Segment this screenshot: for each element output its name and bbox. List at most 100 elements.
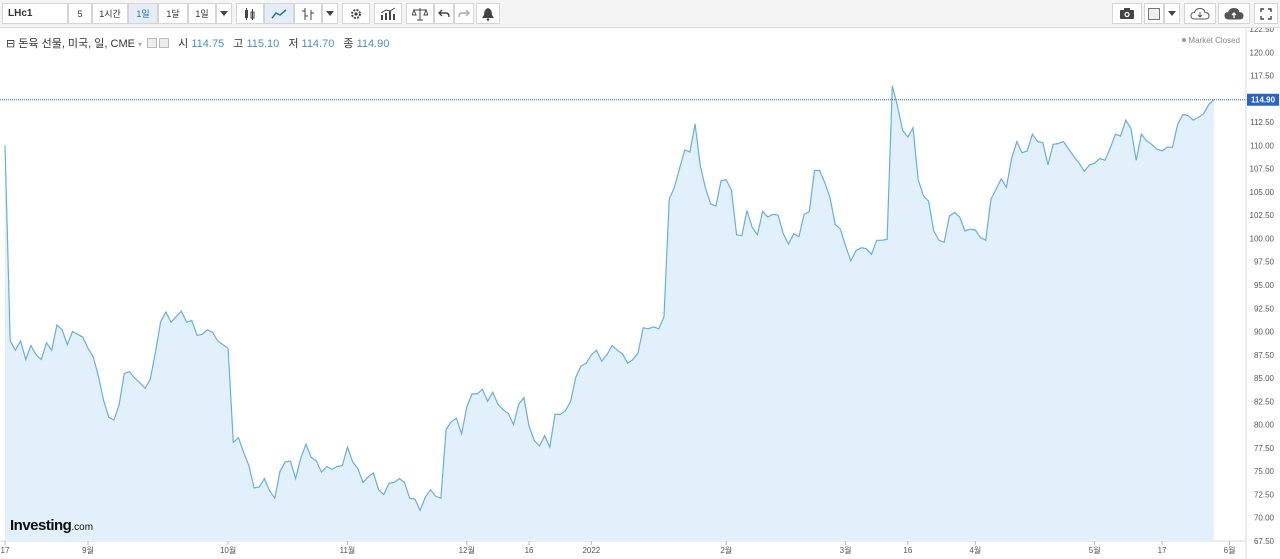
color-box-button[interactable]	[1144, 3, 1164, 24]
fullscreen-button[interactable]	[1254, 3, 1278, 24]
undo-icon	[438, 9, 450, 17]
open-value: 114.75	[191, 38, 225, 50]
y-tick-label: 85.00	[1254, 374, 1275, 383]
settings-button[interactable]	[342, 3, 370, 24]
compare-icon	[412, 7, 428, 20]
color-dropdown-button[interactable]	[1164, 3, 1180, 24]
dropdown-icon	[1168, 11, 1176, 16]
symbol-input[interactable]: LHc1	[2, 3, 68, 24]
brand-domain: .com	[71, 522, 94, 533]
open-label: 시	[178, 38, 189, 50]
market-status-text: Market Closed	[1188, 36, 1240, 45]
settings-icon	[351, 8, 361, 19]
x-tick-label: 10월	[220, 545, 236, 555]
x-tick-label: 16	[903, 546, 912, 555]
undo-button[interactable]	[434, 3, 454, 24]
chart-toolbar: LHc1 5 1시간 1일 1달 1일	[0, 0, 1280, 28]
fullscreen-icon	[1260, 7, 1272, 20]
brand-name: Investing	[10, 517, 72, 534]
x-tick-label: 12월	[459, 545, 475, 555]
market-status: Market Closed	[1182, 36, 1240, 45]
series-area	[5, 85, 1214, 542]
y-tick-label: 80.00	[1254, 421, 1275, 430]
x-tick-label: 2월	[720, 545, 732, 555]
close-label: 종	[343, 38, 354, 50]
y-tick-label: 72.50	[1254, 490, 1275, 499]
y-tick-label: 112.50	[1250, 118, 1274, 127]
cloud-download-button[interactable]	[1184, 3, 1216, 24]
compare-button[interactable]	[406, 3, 434, 24]
interval-1month-button[interactable]: 1달	[158, 3, 188, 24]
high-label: 고	[233, 38, 244, 50]
y-tick-label: 117.50	[1250, 72, 1274, 81]
redo-button[interactable]	[454, 3, 474, 24]
interval-1hour-button[interactable]: 1시간	[92, 3, 128, 24]
legend-dropdown-icon[interactable]: ▾	[138, 40, 142, 49]
y-tick-label: 107.50	[1250, 165, 1275, 174]
indicators-button[interactable]	[374, 3, 402, 24]
high-value: 115.10	[246, 38, 280, 50]
legend-title: 돈육 선물, 미국, 일, CME	[18, 38, 135, 50]
collapse-icon[interactable]: ⊟	[6, 38, 15, 50]
y-tick-label: 90.00	[1254, 328, 1275, 337]
alert-button[interactable]	[476, 3, 500, 24]
x-tick-label: 17	[1, 546, 10, 555]
y-tick-label: 122.50	[1250, 28, 1275, 34]
close-value: 114.90	[356, 38, 390, 50]
low-value: 114.70	[301, 38, 335, 50]
interval-1day-button[interactable]: 1일	[128, 3, 158, 24]
y-tick-label: 87.50	[1254, 351, 1275, 360]
y-tick-label: 102.50	[1250, 211, 1275, 220]
price-chart[interactable]: 114.90 67.50 70.00 72.50 75.00 77.50 80.00 82.5…	[0, 28, 1280, 559]
y-tick-label: 75.00	[1254, 467, 1275, 476]
interval-dropdown-button[interactable]	[216, 3, 232, 24]
bar-style-dropdown-button[interactable]	[322, 3, 338, 24]
dropdown-icon	[326, 11, 334, 16]
x-tick-label: 5월	[1089, 545, 1101, 555]
y-tick-label: 67.50	[1254, 537, 1275, 546]
screenshot-button[interactable]	[1112, 3, 1142, 24]
bar-style-button[interactable]	[294, 3, 322, 24]
cloud-upload-icon	[1224, 7, 1244, 19]
y-tick-label: 100.00	[1250, 234, 1275, 243]
brand-logo: Investing.com	[10, 517, 93, 534]
area-chart-icon	[271, 8, 287, 18]
x-tick-label: 4월	[969, 545, 981, 555]
interval-5min-button[interactable]: 5	[68, 3, 92, 24]
y-tick-label: 77.50	[1254, 444, 1275, 453]
cloud-download-icon	[1190, 7, 1210, 19]
area-chart-button[interactable]	[264, 3, 294, 24]
bar-style-icon	[302, 7, 314, 20]
camera-icon	[1120, 8, 1134, 19]
legend-close-icon[interactable]	[159, 38, 170, 48]
y-tick-label: 120.00	[1250, 48, 1275, 57]
x-tick-label: 17	[1158, 546, 1167, 555]
status-dot-icon	[1182, 38, 1187, 42]
redo-icon	[458, 9, 470, 17]
y-tick-label: 92.50	[1254, 304, 1275, 313]
y-tick-label: 70.00	[1254, 514, 1275, 523]
cloud-upload-button[interactable]	[1218, 3, 1250, 24]
chart-legend: ⊟ 돈육 선물, 미국, 일, CME ▾ 시 114.75 고 115.10 …	[6, 35, 389, 51]
x-tick-label: 16	[525, 546, 534, 555]
y-tick-label: 95.00	[1254, 281, 1275, 290]
color-box-icon	[1148, 7, 1160, 20]
interval-custom-button[interactable]: 1일	[188, 3, 216, 24]
x-tick-label: 6월	[1224, 545, 1236, 555]
legend-settings-icon[interactable]	[147, 38, 158, 48]
candlestick-button[interactable]	[236, 3, 264, 24]
y-tick-label: 110.00	[1250, 141, 1274, 150]
y-tick-label: 82.50	[1254, 397, 1275, 406]
x-tick-label: 9월	[82, 545, 94, 555]
y-tick-label: 97.50	[1254, 258, 1275, 267]
dropdown-icon	[220, 11, 228, 16]
x-tick-label: 3월	[840, 545, 852, 555]
indicators-icon	[380, 7, 396, 20]
x-tick-label: 11월	[340, 545, 356, 555]
y-tick-label: 105.00	[1250, 188, 1275, 197]
alert-icon	[482, 7, 494, 21]
candlestick-icon	[245, 7, 255, 20]
last-price-label: 114.90	[1251, 96, 1276, 105]
low-label: 저	[288, 38, 299, 50]
x-tick-label: 2022	[582, 546, 600, 555]
